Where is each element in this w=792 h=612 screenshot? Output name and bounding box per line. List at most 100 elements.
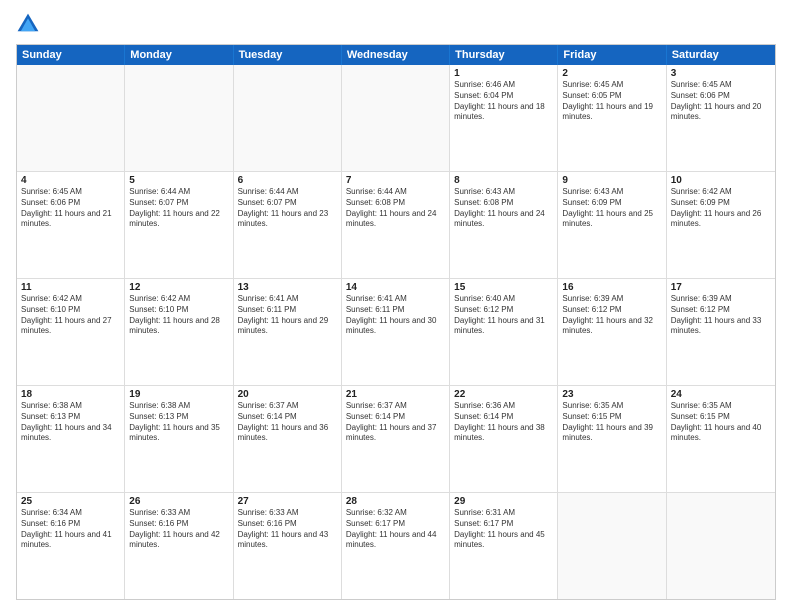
calendar-cell: 28Sunrise: 6:32 AMSunset: 6:17 PMDayligh… (342, 493, 450, 599)
calendar-cell (125, 65, 233, 171)
day-number: 9 (562, 175, 661, 186)
day-number: 18 (21, 389, 120, 400)
day-number: 27 (238, 496, 337, 507)
cell-info: Sunrise: 6:37 AMSunset: 6:14 PMDaylight:… (346, 401, 445, 444)
day-number: 21 (346, 389, 445, 400)
cell-info: Sunrise: 6:44 AMSunset: 6:07 PMDaylight:… (129, 187, 228, 230)
day-number: 17 (671, 282, 771, 293)
calendar-cell (667, 493, 775, 599)
calendar: SundayMondayTuesdayWednesdayThursdayFrid… (16, 44, 776, 600)
cell-info: Sunrise: 6:31 AMSunset: 6:17 PMDaylight:… (454, 508, 553, 551)
cell-info: Sunrise: 6:43 AMSunset: 6:09 PMDaylight:… (562, 187, 661, 230)
header-day-friday: Friday (558, 45, 666, 65)
day-number: 24 (671, 389, 771, 400)
day-number: 10 (671, 175, 771, 186)
cell-info: Sunrise: 6:43 AMSunset: 6:08 PMDaylight:… (454, 187, 553, 230)
cell-info: Sunrise: 6:35 AMSunset: 6:15 PMDaylight:… (562, 401, 661, 444)
day-number: 2 (562, 68, 661, 79)
cell-info: Sunrise: 6:42 AMSunset: 6:10 PMDaylight:… (21, 294, 120, 337)
header-day-wednesday: Wednesday (342, 45, 450, 65)
cell-info: Sunrise: 6:42 AMSunset: 6:10 PMDaylight:… (129, 294, 228, 337)
calendar-cell: 7Sunrise: 6:44 AMSunset: 6:08 PMDaylight… (342, 172, 450, 278)
calendar-row-2: 4Sunrise: 6:45 AMSunset: 6:06 PMDaylight… (17, 171, 775, 278)
calendar-cell: 1Sunrise: 6:46 AMSunset: 6:04 PMDaylight… (450, 65, 558, 171)
day-number: 1 (454, 68, 553, 79)
calendar-header: SundayMondayTuesdayWednesdayThursdayFrid… (17, 45, 775, 65)
calendar-row-5: 25Sunrise: 6:34 AMSunset: 6:16 PMDayligh… (17, 492, 775, 599)
cell-info: Sunrise: 6:36 AMSunset: 6:14 PMDaylight:… (454, 401, 553, 444)
calendar-cell (558, 493, 666, 599)
cell-info: Sunrise: 6:44 AMSunset: 6:08 PMDaylight:… (346, 187, 445, 230)
header-day-saturday: Saturday (667, 45, 775, 65)
calendar-cell: 9Sunrise: 6:43 AMSunset: 6:09 PMDaylight… (558, 172, 666, 278)
calendar-cell: 4Sunrise: 6:45 AMSunset: 6:06 PMDaylight… (17, 172, 125, 278)
header-day-tuesday: Tuesday (234, 45, 342, 65)
calendar-cell: 23Sunrise: 6:35 AMSunset: 6:15 PMDayligh… (558, 386, 666, 492)
header-day-monday: Monday (125, 45, 233, 65)
day-number: 20 (238, 389, 337, 400)
calendar-row-1: 1Sunrise: 6:46 AMSunset: 6:04 PMDaylight… (17, 65, 775, 171)
day-number: 23 (562, 389, 661, 400)
cell-info: Sunrise: 6:44 AMSunset: 6:07 PMDaylight:… (238, 187, 337, 230)
calendar-cell: 3Sunrise: 6:45 AMSunset: 6:06 PMDaylight… (667, 65, 775, 171)
header-day-sunday: Sunday (17, 45, 125, 65)
calendar-cell: 26Sunrise: 6:33 AMSunset: 6:16 PMDayligh… (125, 493, 233, 599)
calendar-cell: 25Sunrise: 6:34 AMSunset: 6:16 PMDayligh… (17, 493, 125, 599)
calendar-cell: 8Sunrise: 6:43 AMSunset: 6:08 PMDaylight… (450, 172, 558, 278)
cell-info: Sunrise: 6:46 AMSunset: 6:04 PMDaylight:… (454, 80, 553, 123)
day-number: 22 (454, 389, 553, 400)
calendar-cell: 6Sunrise: 6:44 AMSunset: 6:07 PMDaylight… (234, 172, 342, 278)
cell-info: Sunrise: 6:42 AMSunset: 6:09 PMDaylight:… (671, 187, 771, 230)
calendar-cell: 12Sunrise: 6:42 AMSunset: 6:10 PMDayligh… (125, 279, 233, 385)
day-number: 16 (562, 282, 661, 293)
day-number: 28 (346, 496, 445, 507)
calendar-cell: 19Sunrise: 6:38 AMSunset: 6:13 PMDayligh… (125, 386, 233, 492)
cell-info: Sunrise: 6:41 AMSunset: 6:11 PMDaylight:… (238, 294, 337, 337)
calendar-cell: 22Sunrise: 6:36 AMSunset: 6:14 PMDayligh… (450, 386, 558, 492)
calendar-cell: 11Sunrise: 6:42 AMSunset: 6:10 PMDayligh… (17, 279, 125, 385)
calendar-cell: 2Sunrise: 6:45 AMSunset: 6:05 PMDaylight… (558, 65, 666, 171)
calendar-body: 1Sunrise: 6:46 AMSunset: 6:04 PMDaylight… (17, 65, 775, 599)
day-number: 14 (346, 282, 445, 293)
day-number: 4 (21, 175, 120, 186)
calendar-cell: 20Sunrise: 6:37 AMSunset: 6:14 PMDayligh… (234, 386, 342, 492)
cell-info: Sunrise: 6:38 AMSunset: 6:13 PMDaylight:… (21, 401, 120, 444)
cell-info: Sunrise: 6:45 AMSunset: 6:06 PMDaylight:… (21, 187, 120, 230)
calendar-cell: 10Sunrise: 6:42 AMSunset: 6:09 PMDayligh… (667, 172, 775, 278)
cell-info: Sunrise: 6:33 AMSunset: 6:16 PMDaylight:… (129, 508, 228, 551)
cell-info: Sunrise: 6:35 AMSunset: 6:15 PMDaylight:… (671, 401, 771, 444)
cell-info: Sunrise: 6:33 AMSunset: 6:16 PMDaylight:… (238, 508, 337, 551)
cell-info: Sunrise: 6:45 AMSunset: 6:06 PMDaylight:… (671, 80, 771, 123)
day-number: 29 (454, 496, 553, 507)
day-number: 26 (129, 496, 228, 507)
calendar-cell (342, 65, 450, 171)
day-number: 15 (454, 282, 553, 293)
cell-info: Sunrise: 6:38 AMSunset: 6:13 PMDaylight:… (129, 401, 228, 444)
calendar-cell: 29Sunrise: 6:31 AMSunset: 6:17 PMDayligh… (450, 493, 558, 599)
calendar-cell: 15Sunrise: 6:40 AMSunset: 6:12 PMDayligh… (450, 279, 558, 385)
header-day-thursday: Thursday (450, 45, 558, 65)
page: SundayMondayTuesdayWednesdayThursdayFrid… (0, 0, 792, 612)
day-number: 6 (238, 175, 337, 186)
cell-info: Sunrise: 6:39 AMSunset: 6:12 PMDaylight:… (562, 294, 661, 337)
day-number: 12 (129, 282, 228, 293)
logo (16, 12, 44, 36)
cell-info: Sunrise: 6:34 AMSunset: 6:16 PMDaylight:… (21, 508, 120, 551)
cell-info: Sunrise: 6:39 AMSunset: 6:12 PMDaylight:… (671, 294, 771, 337)
cell-info: Sunrise: 6:41 AMSunset: 6:11 PMDaylight:… (346, 294, 445, 337)
calendar-row-4: 18Sunrise: 6:38 AMSunset: 6:13 PMDayligh… (17, 385, 775, 492)
calendar-cell: 18Sunrise: 6:38 AMSunset: 6:13 PMDayligh… (17, 386, 125, 492)
calendar-cell: 14Sunrise: 6:41 AMSunset: 6:11 PMDayligh… (342, 279, 450, 385)
cell-info: Sunrise: 6:40 AMSunset: 6:12 PMDaylight:… (454, 294, 553, 337)
calendar-row-3: 11Sunrise: 6:42 AMSunset: 6:10 PMDayligh… (17, 278, 775, 385)
calendar-cell: 16Sunrise: 6:39 AMSunset: 6:12 PMDayligh… (558, 279, 666, 385)
calendar-cell: 24Sunrise: 6:35 AMSunset: 6:15 PMDayligh… (667, 386, 775, 492)
calendar-cell: 21Sunrise: 6:37 AMSunset: 6:14 PMDayligh… (342, 386, 450, 492)
cell-info: Sunrise: 6:32 AMSunset: 6:17 PMDaylight:… (346, 508, 445, 551)
day-number: 19 (129, 389, 228, 400)
logo-icon (16, 12, 40, 36)
calendar-cell (234, 65, 342, 171)
day-number: 13 (238, 282, 337, 293)
calendar-cell: 5Sunrise: 6:44 AMSunset: 6:07 PMDaylight… (125, 172, 233, 278)
cell-info: Sunrise: 6:45 AMSunset: 6:05 PMDaylight:… (562, 80, 661, 123)
